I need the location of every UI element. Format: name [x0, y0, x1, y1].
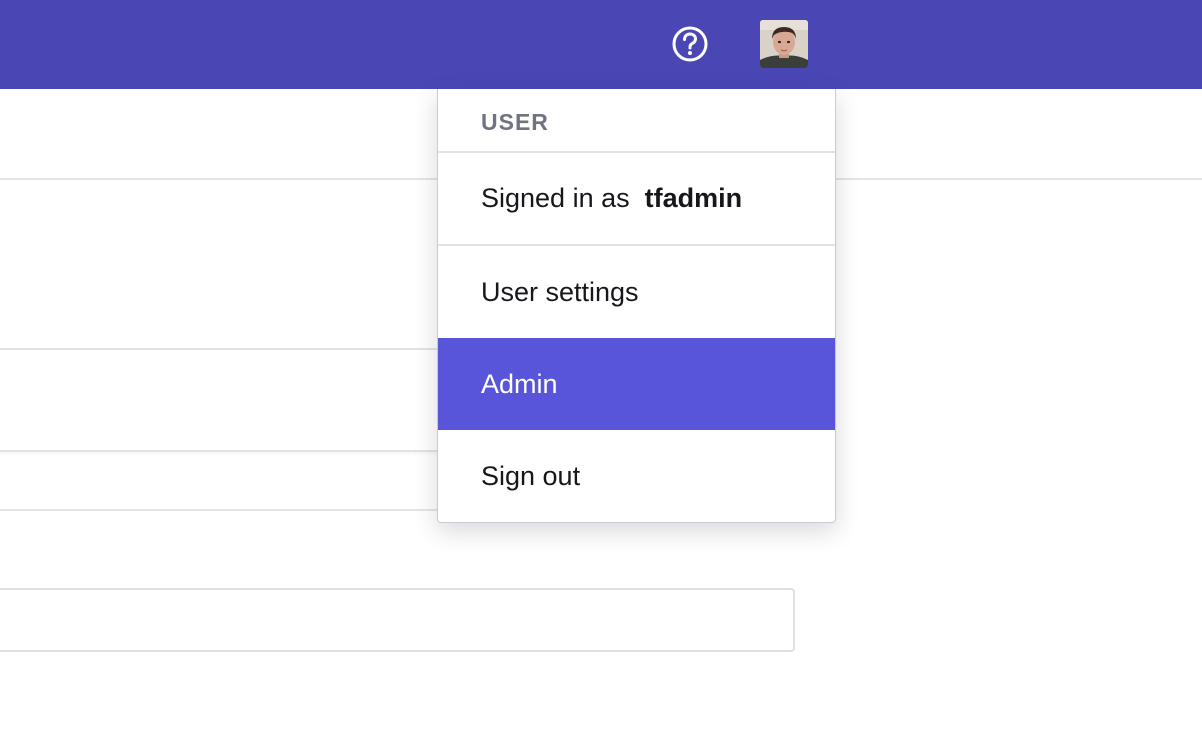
avatar[interactable] — [760, 20, 808, 68]
user-dropdown-menu: USER Signed in as tfadmin User settings … — [437, 89, 836, 523]
user-avatar-photo — [760, 20, 808, 68]
menu-item-sign-out[interactable]: Sign out — [438, 430, 835, 522]
menu-item-admin[interactable]: Admin — [438, 338, 835, 430]
background-input-field[interactable] — [0, 588, 795, 652]
panel-divider — [0, 509, 442, 511]
background-panel — [0, 348, 440, 452]
top-navbar — [0, 0, 1202, 89]
username: tfadmin — [644, 183, 743, 213]
signed-in-label: Signed in as — [481, 183, 630, 213]
signed-in-info: Signed in as tfadmin — [438, 153, 835, 246]
user-menu-header: USER — [438, 89, 835, 153]
question-circle-icon — [672, 26, 708, 62]
help-button[interactable] — [670, 24, 710, 64]
menu-item-user-settings[interactable]: User settings — [438, 246, 835, 338]
